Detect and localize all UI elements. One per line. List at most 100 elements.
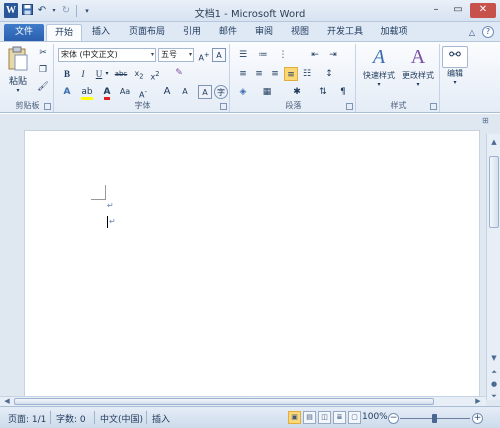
show-marks-icon[interactable]: ¶ <box>336 85 350 99</box>
tab-view[interactable]: 视图 <box>284 24 316 41</box>
superscript-icon[interactable]: x2 <box>148 67 162 82</box>
enlarge-font-icon[interactable]: A <box>160 85 174 99</box>
font-name-dropdown-icon: ▾ <box>150 51 154 58</box>
subscript-icon[interactable]: x2 <box>132 67 146 81</box>
font-color-icon[interactable]: A <box>100 85 114 100</box>
format-painter-icon[interactable]: 🖌 <box>36 80 50 94</box>
tab-references[interactable]: 引用 <box>176 24 208 41</box>
window-title: 文档1 - Microsoft Word <box>194 9 306 20</box>
margin-corner-mark <box>91 185 106 200</box>
paste-label: 粘贴 <box>8 77 27 87</box>
draft-view-icon[interactable]: ▢ <box>348 411 361 424</box>
tab-home[interactable]: 开始 <box>46 24 82 41</box>
close-icon[interactable]: ✕ <box>470 3 496 18</box>
language-status[interactable]: 中文(中国) <box>100 412 143 425</box>
document-page[interactable]: ↵ ↵ <box>24 130 480 414</box>
scroll-down-icon[interactable]: ▼ <box>488 352 500 364</box>
quick-styles-button[interactable]: A 快速样式 ▾ <box>360 46 398 88</box>
underline-dropdown-icon[interactable]: ▾ <box>104 67 110 81</box>
change-styles-button[interactable]: A 更改样式 ▾ <box>398 46 438 88</box>
paragraph-group-label: 段落 <box>285 101 302 110</box>
tab-file[interactable]: 文件 <box>4 24 44 41</box>
font-launcher-icon[interactable] <box>220 103 227 110</box>
enclose-characters-icon[interactable]: 字 <box>214 85 228 99</box>
next-page-icon[interactable]: ⏷ <box>488 390 500 402</box>
document-area: ⊞ ↵ ↵ ▲ ▼ ⏶ ● ⏷ ◀ ▶ <box>0 114 500 414</box>
character-shading-icon[interactable]: A <box>198 85 212 99</box>
browse-object-icon[interactable]: ● <box>488 378 500 390</box>
decrease-indent-icon[interactable]: ⇤ <box>308 48 322 62</box>
text-effects-icon[interactable]: A <box>60 85 74 99</box>
word-count[interactable]: 字数: 0 <box>56 412 86 425</box>
zoom-slider-thumb[interactable] <box>432 414 437 423</box>
bullets-icon[interactable]: ☰ <box>236 48 250 62</box>
align-right-icon[interactable]: ≡ <box>268 67 282 81</box>
shrink-font-small-icon[interactable]: A <box>178 85 192 99</box>
status-bar: 页面: 1/1 字数: 0 中文(中国) 插入 ▣ ▤ ◫ ≣ ▢ 100% −… <box>0 406 500 428</box>
minimize-icon[interactable]: – <box>426 3 446 18</box>
cut-icon[interactable]: ✂ <box>36 46 50 60</box>
tab-mailings[interactable]: 邮件 <box>212 24 244 41</box>
grow-font-icon[interactable]: A+ <box>197 48 211 63</box>
clipboard-launcher-icon[interactable] <box>44 103 51 110</box>
font-size-select[interactable]: 五号 ▾ <box>158 48 194 62</box>
shrink-font-icon[interactable]: A- <box>136 85 150 100</box>
styles-launcher-icon[interactable] <box>430 103 437 110</box>
highlight-icon[interactable]: ab <box>80 85 94 100</box>
italic-icon[interactable]: I <box>76 67 90 81</box>
tab-page-layout[interactable]: 页面布局 <box>120 24 174 41</box>
outline-view-icon[interactable]: ≣ <box>333 411 346 424</box>
horizontal-scroll-thumb[interactable] <box>14 398 434 405</box>
insert-mode-status[interactable]: 插入 <box>152 412 170 425</box>
numbering-icon[interactable]: ≔ <box>256 48 270 62</box>
justify-icon[interactable]: ≡ <box>284 67 298 81</box>
vertical-scroll-thumb[interactable] <box>489 156 499 228</box>
horizontal-scrollbar[interactable]: ◀ ▶ <box>0 396 486 406</box>
tab-review[interactable]: 审阅 <box>248 24 280 41</box>
shading-icon[interactable]: ◈ <box>236 85 250 99</box>
title-bar: W ↶ ▾ ↻ ▾ 文档1 - Microsoft Word – ▭ ✕ <box>0 0 500 22</box>
copy-icon[interactable]: ❐ <box>36 63 50 77</box>
increase-indent-icon[interactable]: ⇥ <box>326 48 340 62</box>
scroll-up-icon[interactable]: ▲ <box>488 136 500 148</box>
font-size-value: 五号 <box>161 50 177 59</box>
page-count[interactable]: 页面: 1/1 <box>8 412 46 425</box>
clipboard-group: 粘贴 ▾ ✂ ❐ 🖌 剪贴板 <box>2 44 54 112</box>
font-size-up-icon[interactable]: Aa <box>118 85 132 99</box>
tab-developer[interactable]: 开发工具 <box>320 24 370 41</box>
tab-addins[interactable]: 加载项 <box>374 24 414 41</box>
zoom-in-icon[interactable]: + <box>472 413 483 424</box>
zoom-level[interactable]: 100% <box>362 412 388 422</box>
ribbon-collapse-icon[interactable]: △ <box>466 26 478 40</box>
bold-icon[interactable]: B <box>60 67 74 81</box>
editing-button[interactable]: ⚯ 编辑 ▾ <box>442 46 468 86</box>
align-center-icon[interactable]: ≡ <box>252 67 266 81</box>
paragraph-mark-icon: ↵ <box>107 201 114 210</box>
distributed-icon[interactable]: ☷ <box>300 67 314 81</box>
ribbon: 粘贴 ▾ ✂ ❐ 🖌 剪贴板 宋体 (中文正文) ▾ 五号 ▾ A+ A B I… <box>0 41 500 113</box>
ruler-toggle-icon[interactable]: ⊞ <box>482 116 492 126</box>
full-screen-reading-icon[interactable]: ▤ <box>303 411 316 424</box>
quick-styles-icon: A <box>372 46 386 68</box>
chinese-layout-icon[interactable]: ✱ <box>290 85 304 99</box>
paste-button[interactable]: 粘贴 ▾ <box>6 46 30 94</box>
help-icon[interactable]: ? <box>482 26 494 38</box>
tab-insert[interactable]: 插入 <box>84 24 118 41</box>
strikethrough-icon[interactable]: abc <box>114 67 128 81</box>
align-left-icon[interactable]: ≡ <box>236 67 250 81</box>
print-layout-view-icon[interactable]: ▣ <box>288 411 301 424</box>
paste-dropdown-icon: ▾ <box>16 87 20 94</box>
web-layout-icon[interactable]: ◫ <box>318 411 331 424</box>
multilevel-list-icon[interactable]: ⋮ <box>276 48 290 62</box>
previous-page-icon[interactable]: ⏶ <box>488 366 500 378</box>
font-name-select[interactable]: 宋体 (中文正文) ▾ <box>58 48 156 62</box>
change-case-icon[interactable]: ✎ <box>172 66 186 80</box>
clear-formatting-icon[interactable]: A <box>212 48 226 62</box>
sort-icon[interactable]: ⇅ <box>316 85 330 99</box>
zoom-out-icon[interactable]: − <box>388 413 399 424</box>
maximize-icon[interactable]: ▭ <box>448 3 468 18</box>
borders-icon[interactable]: ▦ <box>260 85 274 99</box>
paragraph-launcher-icon[interactable] <box>346 103 353 110</box>
line-spacing-icon[interactable]: ↕ <box>322 67 336 81</box>
vertical-scrollbar[interactable]: ▲ ▼ ⏶ ● ⏷ <box>486 134 500 400</box>
